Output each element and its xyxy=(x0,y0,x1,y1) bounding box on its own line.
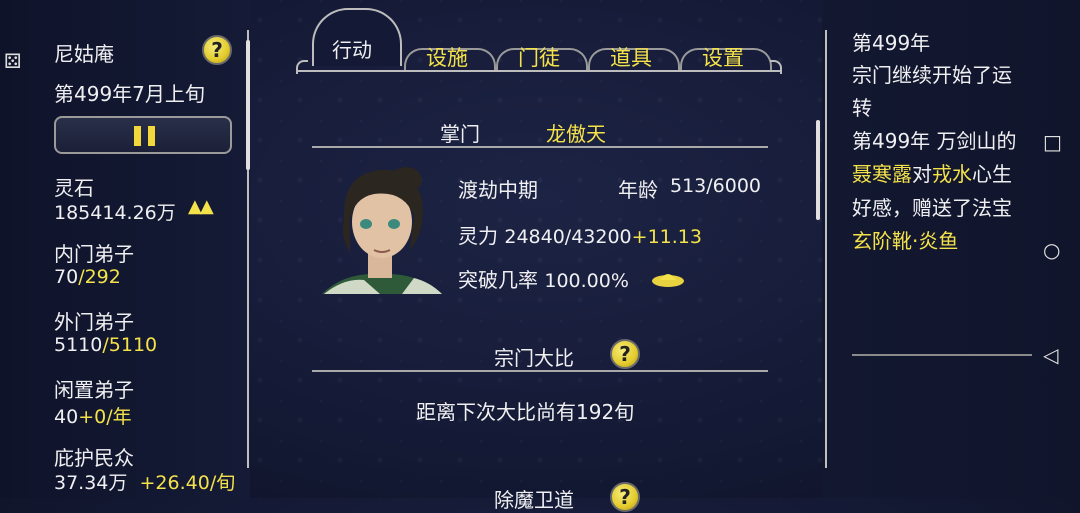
stat-label-spirit-stone: 灵石 xyxy=(54,176,94,200)
pause-icon xyxy=(134,126,141,146)
left-scrollbar-thumb[interactable] xyxy=(246,40,250,170)
pause-icon-bar xyxy=(148,126,155,146)
divider xyxy=(312,370,768,372)
leader-name[interactable]: 龙傲天 xyxy=(546,118,606,147)
nav-back-icon[interactable]: ◁ xyxy=(1043,343,1058,367)
stat-value-inner-disciples: 70/292 xyxy=(54,266,121,288)
leader-breakthrough: 突破几率 100.00% xyxy=(458,264,629,293)
log-line: 聂寒露对戎水心生 xyxy=(852,162,1012,186)
right-scrollbar-track[interactable] xyxy=(825,30,827,468)
stat-value-sheltered-people: 37.34万 +26.40/旬 xyxy=(54,472,236,494)
log-line: 好感，赠送了法宝 xyxy=(852,196,1012,220)
pause-button[interactable] xyxy=(54,116,232,154)
log-line-item: 玄阶靴·炎鱼 xyxy=(852,229,959,253)
sect-help-icon[interactable]: ? xyxy=(202,35,232,65)
tab-ornament-right xyxy=(770,60,782,74)
tab-facilities[interactable]: 设施 xyxy=(426,42,468,72)
log-line: 转 xyxy=(852,96,872,120)
leader-age-value: 513/6000 xyxy=(670,175,762,197)
increase-arrows-icon: ▲▲ xyxy=(188,196,214,217)
leader-spirit-label: 灵力 xyxy=(458,224,498,248)
tournament-countdown: 距离下次大比尚有192旬 xyxy=(416,400,635,424)
divider xyxy=(312,146,768,148)
breakthrough-label: 突破几率 xyxy=(458,268,538,292)
corner-icon[interactable]: ⚄ xyxy=(4,50,26,72)
tournament-help-icon[interactable]: ? xyxy=(610,339,640,369)
leader-spirit: 灵力 24840/43200+11.13 xyxy=(458,220,702,249)
stat-label-inner-disciples: 内门弟子 xyxy=(54,242,134,266)
log-line: 第499年 xyxy=(852,31,931,55)
stat-value-spirit-stone: 185414.26万 xyxy=(54,202,176,224)
nav-home-icon[interactable]: ○ xyxy=(1043,238,1060,262)
tab-disciples[interactable]: 门徒 xyxy=(518,42,560,72)
leader-title-label: 掌门 xyxy=(440,122,480,146)
tab-ornament-left xyxy=(296,60,308,74)
leader-realm: 渡劫中期 xyxy=(458,178,538,202)
right-scrollbar-thumb[interactable] xyxy=(816,120,820,220)
leader-spirit-gain: +11.13 xyxy=(631,226,702,248)
leader-age-label: 年龄 xyxy=(618,178,658,202)
game-date: 第499年7月上旬 xyxy=(54,82,205,106)
stat-label-sheltered-people: 庇护民众 xyxy=(54,446,134,470)
demon-hunting-title: 除魔卫道 xyxy=(494,488,574,512)
tab-settings[interactable]: 设置 xyxy=(702,42,744,72)
nav-recents-icon[interactable]: □ xyxy=(1043,130,1062,154)
tab-action[interactable]: 行动 xyxy=(312,8,402,66)
tab-action-label: 行动 xyxy=(332,38,372,62)
tournament-title: 宗门大比 xyxy=(494,346,574,370)
breakthrough-item-icon[interactable] xyxy=(650,266,686,290)
stat-value-outer-disciples: 5110/5110 xyxy=(54,334,158,356)
stat-label-outer-disciples: 外门弟子 xyxy=(54,310,134,334)
log-line: 第499年 万剑山的 xyxy=(852,129,1017,153)
tab-items[interactable]: 道具 xyxy=(610,42,652,72)
leader-portrait[interactable] xyxy=(314,160,446,296)
log-line: 宗门继续开始了运 xyxy=(852,63,1012,87)
breakthrough-value: 100.00% xyxy=(544,270,629,292)
leader-spirit-value: 24840/43200 xyxy=(504,226,632,248)
log-divider xyxy=(852,354,1032,356)
demon-hunting-help-icon[interactable]: ? xyxy=(610,482,640,512)
sect-name: 尼姑庵 xyxy=(54,42,114,66)
stat-label-idle-disciples: 闲置弟子 xyxy=(54,378,134,402)
stat-value-idle-disciples: 40+0/年 xyxy=(54,406,132,428)
